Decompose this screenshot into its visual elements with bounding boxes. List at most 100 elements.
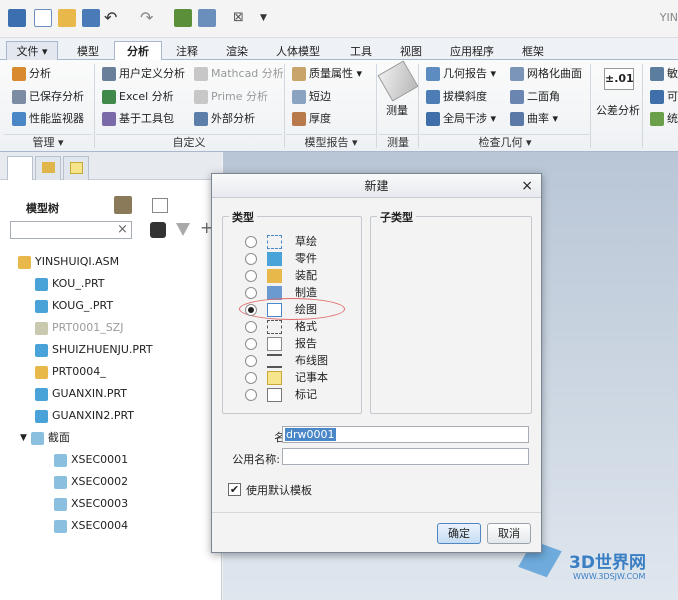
tab-render[interactable]: 渲染 — [214, 41, 260, 60]
radio-report[interactable] — [245, 338, 257, 350]
performance-monitor-button[interactable]: 性能监视器 — [12, 110, 84, 128]
window-icon[interactable] — [8, 9, 26, 27]
show-options-icon[interactable] — [152, 198, 168, 213]
measure-button[interactable]: 测量 — [386, 102, 408, 120]
radio-diagram[interactable] — [245, 355, 257, 367]
group-label-model-report[interactable]: 模型报告 ▾ — [286, 134, 376, 150]
type-label[interactable]: 格式 — [295, 319, 317, 335]
cancel-button[interactable]: 取消 — [487, 523, 531, 544]
clear-search-icon[interactable]: × — [117, 222, 128, 237]
tree-item-sections[interactable]: ▼ 截面 — [20, 428, 70, 448]
tree-item-part[interactable]: GUANXIN2.PRT — [35, 406, 134, 426]
group-label-manage[interactable]: 管理 ▾ — [4, 134, 92, 150]
tree-settings-icon[interactable] — [114, 196, 132, 214]
excel-analysis-button[interactable]: Excel 分析 — [102, 88, 174, 106]
statistics-button[interactable]: 统 — [650, 110, 678, 128]
radio-assembly[interactable] — [245, 270, 257, 282]
tab-analysis[interactable]: 分析 — [114, 41, 162, 61]
prime-analysis-button[interactable]: Prime 分析 — [194, 88, 268, 106]
thickness-icon — [292, 112, 306, 126]
tree-item-section[interactable]: XSEC0004 — [54, 516, 128, 536]
save-icon[interactable] — [82, 9, 100, 27]
new-file-icon[interactable] — [34, 9, 52, 27]
radio-sketch[interactable] — [245, 236, 257, 248]
tree-item-assembly[interactable]: YINSHUIQI.ASM — [18, 252, 119, 272]
name-input[interactable]: drw0001 — [282, 426, 529, 443]
analysis-button[interactable]: 分析 — [12, 65, 51, 83]
tree-item-section[interactable]: XSEC0001 — [54, 450, 128, 470]
tab-framework[interactable]: 框架 — [510, 41, 556, 60]
tree-search-input[interactable] — [10, 221, 132, 239]
thickness-button[interactable]: 厚度 — [292, 110, 331, 128]
tab-model-tree[interactable] — [7, 156, 33, 180]
tab-human-model[interactable]: 人体模型 — [262, 41, 334, 60]
tree-item-part[interactable]: GUANXIN.PRT — [35, 384, 127, 404]
user-defined-analysis-button[interactable]: 用户定义分析 — [102, 65, 185, 83]
tab-folder-browser[interactable] — [35, 156, 61, 180]
type-label[interactable]: 标记 — [295, 387, 317, 403]
tab-favorites[interactable] — [63, 156, 89, 180]
tolerance-analysis-button[interactable]: 公差分析 — [596, 102, 640, 120]
short-edge-button[interactable]: 短边 — [292, 88, 331, 106]
type-label-selected[interactable]: 绘图 — [295, 302, 317, 318]
regenerate-icon[interactable] — [174, 9, 192, 27]
tree-item-part[interactable]: KOUG_.PRT — [35, 296, 113, 316]
sensitivity-button[interactable]: 敏 — [650, 65, 678, 83]
redo-icon[interactable]: ↷ — [140, 9, 158, 27]
tree-item-part[interactable]: KOU_.PRT — [35, 274, 105, 294]
external-analysis-button[interactable]: 外部分析 — [194, 110, 255, 128]
mass-properties-button[interactable]: 质量属性 ▾ — [292, 65, 362, 83]
tree-item-part-suppressed[interactable]: PRT0001_SZJ — [35, 318, 123, 338]
ok-button[interactable]: 确定 — [437, 523, 481, 544]
part-icon — [35, 343, 48, 357]
tab-annotate[interactable]: 注释 — [164, 41, 210, 60]
ruler-icon — [377, 60, 419, 102]
close-window-icon[interactable]: ⊠ — [233, 9, 251, 27]
curvature-button[interactable]: 曲率 ▾ — [510, 110, 558, 128]
tree-item-part[interactable]: SHUIZHUENJU.PRT — [35, 340, 153, 360]
type-label[interactable]: 报告 — [295, 336, 317, 352]
find-binoculars-icon[interactable] — [150, 222, 166, 238]
tab-model[interactable]: 模型 — [62, 41, 114, 60]
feasibility-button[interactable]: 可 — [650, 88, 678, 106]
group-label-inspect-geometry[interactable]: 检查几何 ▾ — [420, 134, 590, 150]
tab-file[interactable]: 文件 ▾ — [6, 41, 58, 60]
filter-icon[interactable] — [176, 223, 190, 236]
default-template-checkbox[interactable]: ✔ — [228, 483, 241, 496]
tree-item-section[interactable]: XSEC0002 — [54, 472, 128, 492]
customize-icon[interactable]: ▼ — [260, 9, 278, 27]
dialog-close-icon[interactable]: × — [521, 178, 533, 194]
draft-button[interactable]: 拔模斜度 — [426, 88, 487, 106]
model-tree-panel: 模型树 × + YINSHUIQI.ASM KOU_.PRT KOUG_.PRT… — [0, 152, 222, 600]
type-label[interactable]: 草绘 — [295, 234, 317, 250]
mathcad-analysis-button[interactable]: Mathcad 分析 — [194, 65, 284, 83]
radio-markup[interactable] — [245, 389, 257, 401]
part-icon — [35, 409, 48, 423]
type-label[interactable]: 布线图 — [295, 353, 328, 369]
toolkit-based-button[interactable]: 基于工具包 — [102, 110, 174, 128]
tab-view[interactable]: 视图 — [388, 41, 434, 60]
radio-drawing[interactable] — [245, 304, 257, 316]
tab-applications[interactable]: 应用程序 — [436, 41, 508, 60]
windows-icon[interactable] — [198, 9, 216, 27]
global-interference-button[interactable]: 全局干涉 ▾ — [426, 110, 496, 128]
radio-layout[interactable] — [245, 372, 257, 384]
type-label[interactable]: 零件 — [295, 251, 317, 267]
geometry-report-button[interactable]: 几何报告 ▾ — [426, 65, 496, 83]
undo-icon[interactable]: ↶ — [104, 9, 122, 27]
radio-part[interactable] — [245, 253, 257, 265]
default-template-label[interactable]: 使用默认模板 — [246, 482, 312, 498]
mesh-surface-button[interactable]: 网格化曲面 — [510, 65, 582, 83]
expand-arrow-icon[interactable]: ▼ — [20, 428, 27, 448]
radio-format[interactable] — [245, 321, 257, 333]
tree-item-part[interactable]: PRT0004_ — [35, 362, 106, 382]
radio-manufacturing[interactable] — [245, 287, 257, 299]
type-label[interactable]: 装配 — [295, 268, 317, 284]
type-label[interactable]: 记事本 — [295, 370, 328, 386]
common-name-input[interactable] — [282, 448, 529, 465]
open-folder-icon[interactable] — [58, 9, 76, 27]
saved-analysis-button[interactable]: 已保存分析 — [12, 88, 84, 106]
dihedral-angle-button[interactable]: 二面角 — [510, 88, 560, 106]
tree-item-section[interactable]: XSEC0003 — [54, 494, 128, 514]
tab-tools[interactable]: 工具 — [336, 41, 386, 60]
